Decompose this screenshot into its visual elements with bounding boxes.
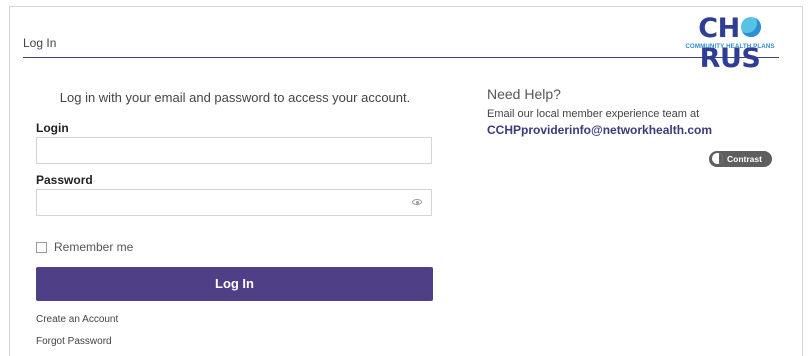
help-email-link[interactable]: CCHPproviderinfo@networkhealth.com — [487, 123, 712, 137]
contrast-label: Contrast — [727, 154, 762, 164]
login-intro: Log in with your email and password to a… — [59, 90, 411, 105]
help-text: Email our local member experience team a… — [487, 108, 700, 120]
login-input[interactable] — [36, 137, 432, 164]
show-password-eye-icon[interactable] — [412, 199, 422, 205]
logo-subtitle: COMMUNITY HEALTH PLANS — [685, 43, 775, 50]
password-input[interactable] — [36, 189, 432, 216]
login-label: Login — [36, 121, 69, 135]
logo-word-left: CH — [698, 13, 740, 44]
contrast-toggle-button[interactable]: Contrast — [709, 151, 772, 167]
remember-me-label[interactable]: Remember me — [54, 240, 133, 254]
login-button[interactable]: Log In — [36, 267, 433, 301]
create-account-link[interactable]: Create an Account — [36, 314, 118, 325]
remember-me-checkbox[interactable] — [36, 242, 47, 253]
page-title: Log In — [23, 36, 57, 50]
contrast-icon — [712, 153, 723, 164]
help-title: Need Help? — [487, 86, 561, 102]
forgot-password-link[interactable]: Forgot Password — [36, 336, 112, 347]
globe-icon — [740, 16, 761, 37]
logo: CHRUS COMMUNITY HEALTH PLANS — [679, 13, 781, 74]
header-divider — [23, 57, 779, 58]
password-label: Password — [36, 173, 93, 187]
